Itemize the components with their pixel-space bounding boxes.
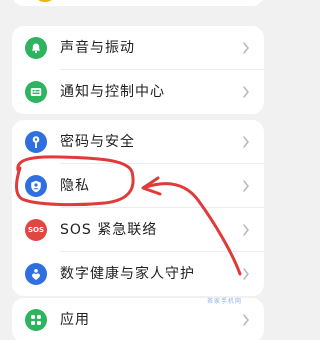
- chevron-right-icon: [243, 180, 249, 192]
- chevron-right-icon: [243, 136, 249, 148]
- chevron-right-icon: [243, 86, 249, 98]
- settings-item-label: 数字健康与家人守护: [60, 266, 195, 282]
- key-icon: [25, 131, 47, 153]
- settings-item-label: 通知与控制中心: [60, 84, 165, 100]
- chevron-right-icon: [243, 314, 249, 326]
- settings-item-label: 隐私: [60, 178, 90, 194]
- previous-card-edge: [12, 0, 264, 6]
- settings-group-security-privacy: 密码与安全 隐私 SOS SOS 紧急联络 数字健康与家人守护: [12, 120, 264, 296]
- bell-icon: [25, 37, 47, 59]
- notification-panel-icon: [25, 81, 47, 103]
- settings-item-label: 声音与振动: [60, 40, 135, 56]
- chevron-right-icon: [243, 268, 249, 280]
- sos-icon: SOS: [25, 219, 47, 241]
- settings-item-notifications-control-center[interactable]: 通知与控制中心: [12, 70, 264, 114]
- heart-hand-icon: [25, 263, 47, 285]
- settings-item-digital-wellbeing[interactable]: 数字健康与家人守护: [12, 252, 264, 296]
- settings-item-label: 应用: [60, 312, 90, 328]
- settings-item-privacy[interactable]: 隐私: [12, 164, 264, 208]
- chevron-right-icon: [243, 224, 249, 236]
- watermark: 茶家手机网: [206, 298, 242, 305]
- settings-item-label: 密码与安全: [60, 134, 135, 150]
- apps-grid-icon: [25, 309, 47, 331]
- settings-item-label: SOS 紧急联络: [60, 222, 158, 238]
- settings-item-sos-emergency[interactable]: SOS SOS 紧急联络: [12, 208, 264, 252]
- settings-group-sound-notifications: 声音与振动 通知与控制中心: [12, 26, 264, 114]
- previous-setting-icon: [36, 0, 54, 2]
- settings-item-password-security[interactable]: 密码与安全: [12, 120, 264, 164]
- sos-badge-text: SOS: [27, 226, 45, 234]
- privacy-shield-icon: [25, 175, 47, 197]
- chevron-right-icon: [243, 42, 249, 54]
- settings-item-sound-vibration[interactable]: 声音与振动: [12, 26, 264, 70]
